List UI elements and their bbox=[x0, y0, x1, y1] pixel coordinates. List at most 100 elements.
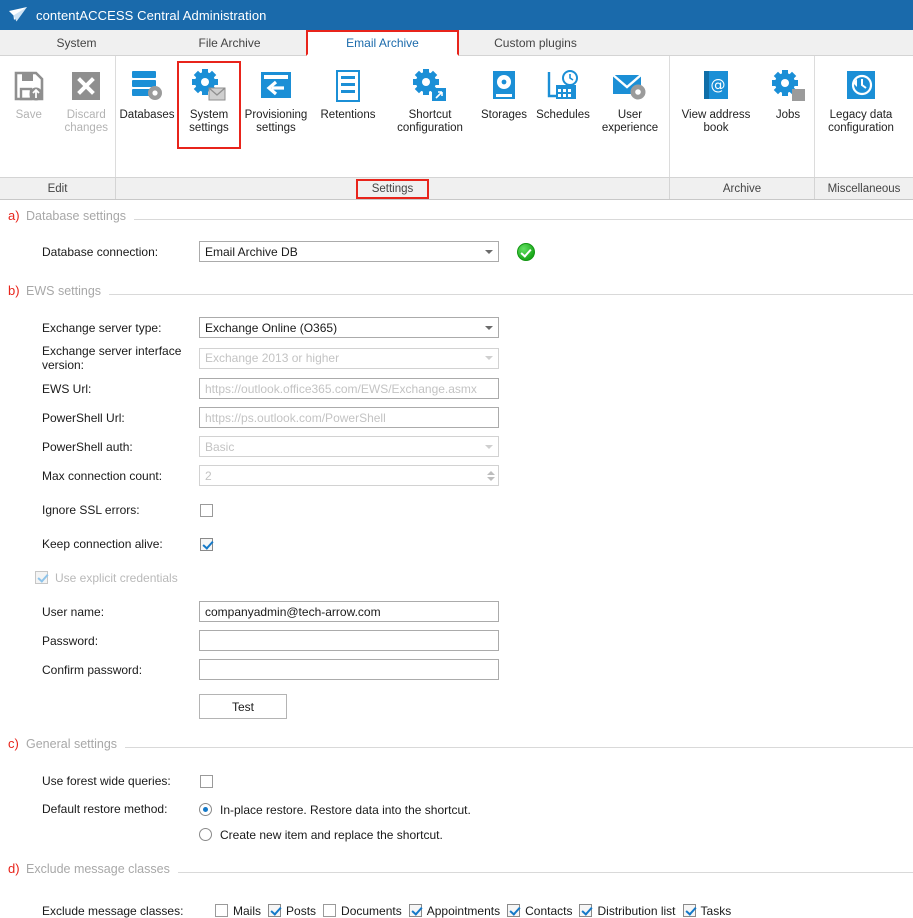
section-letter-b: b) bbox=[8, 283, 20, 298]
ribbon-button-view-address-book[interactable]: @ View address book bbox=[670, 62, 762, 135]
spinner-arrows[interactable] bbox=[487, 470, 495, 481]
user-name-input[interactable] bbox=[199, 601, 499, 622]
ribbon-button-schedules[interactable]: Schedules bbox=[532, 62, 594, 122]
tab-file-archive-label: File Archive bbox=[198, 35, 261, 50]
chevron-down-icon bbox=[485, 249, 493, 254]
main-tab-strip: System File Archive Email Archive Custom… bbox=[0, 30, 913, 56]
ribbon-button-legacy-data-configuration[interactable]: Legacy data configuration bbox=[815, 62, 907, 135]
message-class-label-distribution-list: Distribution list bbox=[597, 903, 676, 918]
ribbon-button-provisioning-settings[interactable]: Provisioning settings bbox=[240, 62, 312, 135]
message-class-checkbox-contacts[interactable] bbox=[507, 904, 521, 917]
ribbon-button-system-settings[interactable]: System settings bbox=[177, 61, 241, 149]
message-class-checkbox-list: Mails Posts Documents Appointments Conta… bbox=[215, 904, 731, 918]
database-connection-value: Email Archive DB bbox=[205, 244, 298, 259]
ribbon-button-save-label: Save bbox=[15, 109, 42, 121]
test-button[interactable]: Test bbox=[199, 694, 287, 719]
calendar-clock-icon bbox=[545, 66, 581, 106]
row-ews-url: EWS Url: bbox=[0, 376, 913, 401]
ribbon-group-label-edit: Edit bbox=[0, 178, 116, 199]
section-rule bbox=[125, 747, 913, 748]
message-class-checkbox-mails[interactable] bbox=[215, 904, 228, 917]
restore-option-create-new-radio[interactable] bbox=[199, 828, 212, 841]
use-forest-wide-queries-checkbox[interactable] bbox=[200, 774, 213, 788]
title-bar: contentACCESS Central Administration bbox=[0, 0, 913, 30]
message-class-label-documents: Documents bbox=[341, 903, 402, 918]
message-class-item-contacts[interactable]: Contacts bbox=[507, 904, 572, 918]
restore-option-in-place[interactable]: In-place restore. Restore data into the … bbox=[199, 799, 471, 820]
tab-system[interactable]: System bbox=[0, 30, 153, 55]
ribbon-group-miscellaneous: Legacy data configuration bbox=[815, 56, 913, 177]
exchange-interface-version-dropdown[interactable]: Exchange 2013 or higher bbox=[199, 347, 499, 369]
use-explicit-credentials-checkbox[interactable] bbox=[35, 571, 48, 584]
clock-history-icon bbox=[844, 66, 878, 106]
message-class-checkbox-tasks[interactable] bbox=[682, 904, 696, 917]
chevron-down-icon bbox=[485, 325, 493, 330]
message-class-item-posts[interactable]: Posts bbox=[268, 904, 316, 918]
label-confirm-password: Confirm password: bbox=[42, 662, 143, 677]
powershell-auth-dropdown[interactable]: Basic bbox=[199, 436, 499, 457]
ribbon-button-discard-changes[interactable]: Discard changes bbox=[58, 62, 116, 135]
ribbon-button-retentions-label: Retentions bbox=[320, 109, 376, 121]
powershell-url-input[interactable] bbox=[199, 407, 499, 428]
row-default-restore-method: Default restore method: In-place restore… bbox=[0, 799, 913, 845]
label-exclude-message-classes: Exclude message classes: bbox=[42, 903, 184, 918]
tab-custom-plugins[interactable]: Custom plugins bbox=[459, 30, 612, 55]
ribbon-button-legacy-data-configuration-label: Legacy data configuration bbox=[828, 109, 894, 134]
app-title: contentACCESS Central Administration bbox=[36, 7, 267, 23]
ribbon-button-jobs-label: Jobs bbox=[775, 109, 801, 121]
label-powershell-url: PowerShell Url: bbox=[42, 410, 125, 425]
section-rule bbox=[109, 294, 913, 295]
label-use-explicit-credentials: Use explicit credentials bbox=[55, 570, 178, 585]
ribbon-button-user-experience[interactable]: User experience bbox=[594, 62, 666, 135]
ribbon-button-save[interactable]: Save bbox=[0, 62, 58, 122]
restore-option-in-place-radio[interactable] bbox=[199, 803, 212, 816]
row-keep-connection-alive: Keep connection alive: bbox=[0, 531, 913, 556]
max-connection-count-value: 2 bbox=[205, 468, 212, 483]
message-class-checkbox-appointments[interactable] bbox=[408, 904, 422, 917]
message-class-item-documents[interactable]: Documents bbox=[323, 904, 402, 918]
ribbon-button-jobs[interactable]: Jobs bbox=[762, 62, 814, 122]
max-connection-count-stepper[interactable]: 2 bbox=[199, 465, 499, 486]
ews-url-input[interactable] bbox=[199, 378, 499, 399]
powershell-auth-value: Basic bbox=[205, 439, 235, 454]
message-class-item-mails[interactable]: Mails bbox=[215, 904, 261, 918]
message-class-checkbox-distribution-list[interactable] bbox=[579, 904, 593, 917]
ribbon-button-storages[interactable]: Storages bbox=[476, 62, 532, 122]
discard-icon bbox=[69, 66, 103, 106]
tab-file-archive[interactable]: File Archive bbox=[153, 30, 306, 55]
password-input[interactable] bbox=[199, 630, 499, 651]
message-class-item-appointments[interactable]: Appointments bbox=[408, 904, 500, 918]
shortcut-gear-icon bbox=[411, 66, 449, 106]
tab-custom-plugins-label: Custom plugins bbox=[494, 35, 577, 50]
message-class-item-tasks[interactable]: Tasks bbox=[682, 904, 731, 918]
section-letter-d: d) bbox=[8, 861, 20, 876]
spinner-down-icon[interactable] bbox=[487, 476, 495, 481]
ribbon-group-label-miscellaneous-text: Miscellaneous bbox=[827, 182, 901, 195]
confirm-password-input[interactable] bbox=[199, 659, 499, 680]
label-password: Password: bbox=[42, 633, 99, 648]
message-class-label-posts: Posts bbox=[286, 903, 317, 918]
ignore-ssl-errors-checkbox[interactable] bbox=[200, 503, 213, 517]
section-header-ews-settings: b) EWS settings bbox=[0, 283, 913, 298]
keep-connection-alive-checkbox[interactable] bbox=[200, 537, 213, 551]
message-class-checkbox-posts[interactable] bbox=[268, 904, 282, 917]
label-default-restore-method: Default restore method: bbox=[42, 802, 168, 816]
tab-email-archive[interactable]: Email Archive bbox=[306, 30, 459, 56]
spinner-up-icon[interactable] bbox=[487, 470, 495, 475]
row-powershell-auth: PowerShell auth: Basic bbox=[0, 434, 913, 459]
tab-system-label: System bbox=[56, 35, 97, 50]
row-confirm-password: Confirm password: bbox=[0, 657, 913, 682]
ribbon-group-label-edit-text: Edit bbox=[47, 182, 68, 195]
restore-option-create-new[interactable]: Create new item and replace the shortcut… bbox=[199, 824, 471, 845]
chevron-down-icon bbox=[485, 444, 493, 449]
row-test-button: Test bbox=[0, 694, 913, 719]
ribbon-button-retentions[interactable]: Retentions bbox=[312, 62, 384, 122]
exchange-server-type-dropdown[interactable]: Exchange Online (O365) bbox=[199, 317, 499, 338]
database-connection-dropdown[interactable]: Email Archive DB bbox=[199, 241, 499, 262]
ribbon-button-shortcut-configuration[interactable]: Shortcut configuration bbox=[384, 62, 476, 135]
label-max-connection-count: Max connection count: bbox=[42, 468, 163, 483]
message-class-item-distribution-list[interactable]: Distribution list bbox=[579, 903, 676, 918]
ribbon-button-databases[interactable]: Databases bbox=[116, 62, 178, 122]
row-use-forest-wide-queries: Use forest wide queries: bbox=[0, 768, 913, 793]
message-class-checkbox-documents[interactable] bbox=[323, 904, 337, 917]
